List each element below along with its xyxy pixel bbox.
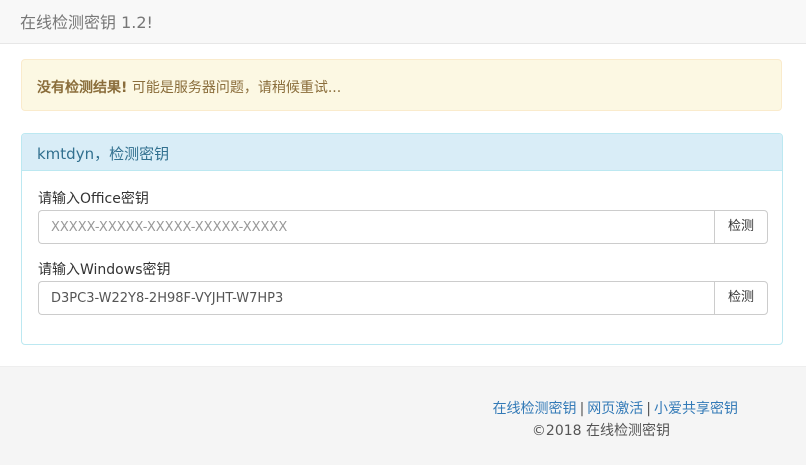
footer-link-web-activation[interactable]: 网页激活 [587, 401, 643, 417]
office-key-label: 请输入Office密钥 [38, 191, 149, 207]
navbar: 在线检测密钥 1.2! [0, 0, 806, 44]
office-check-button[interactable]: 检测 [714, 210, 768, 244]
footer-link-shared-keys[interactable]: 小爱共享密钥 [654, 401, 738, 417]
copyright-text: ©2018 在线检测密钥 [531, 423, 670, 439]
footer-link-online-check[interactable]: 在线检测密钥 [493, 401, 577, 417]
office-key-input-group: 检测 [38, 210, 768, 244]
alert-message: 可能是服务器问题，请稍候重试... [127, 80, 342, 96]
footer-separator: | [646, 401, 651, 417]
office-key-input[interactable] [38, 210, 715, 244]
windows-key-input[interactable] [38, 281, 715, 315]
footer-separator: | [579, 401, 585, 417]
alert-strong-text: 没有检测结果! [37, 80, 128, 96]
key-check-panel: kmtdyn，检测密钥 请输入Office密钥 检测 请输入Windows密钥 … [21, 133, 783, 345]
footer-links: 在线检测密钥 | 网页激活 | 小爱共享密钥 [493, 398, 738, 418]
windows-check-button[interactable]: 检测 [714, 281, 768, 315]
footer: 在线检测密钥 | 网页激活 | 小爱共享密钥 ©2018 在线检测密钥 [0, 366, 806, 465]
windows-key-label: 请输入Windows密钥 [38, 262, 171, 278]
brand-title[interactable]: 在线检测密钥 1.2! [20, 9, 153, 33]
panel-heading: kmtdyn，检测密钥 [22, 134, 782, 171]
windows-key-input-group: 检测 [38, 281, 768, 315]
warning-alert: 没有检测结果! 可能是服务器问题，请稍候重试... [21, 59, 782, 111]
